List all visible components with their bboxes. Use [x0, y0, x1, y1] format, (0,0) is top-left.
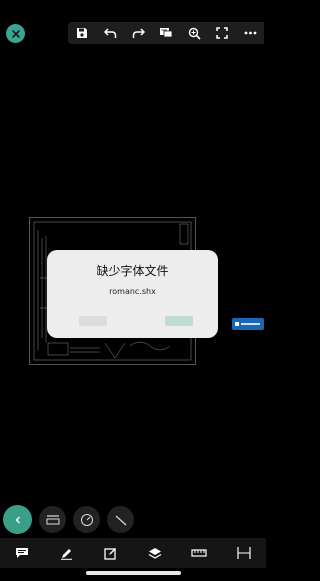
save-icon	[77, 28, 87, 38]
more-icon	[244, 31, 256, 35]
tool-fab-row	[3, 505, 134, 534]
pen-icon	[60, 548, 72, 560]
layers-icon	[148, 547, 162, 559]
bottom-toolbar	[0, 538, 266, 568]
undo-button[interactable]	[102, 25, 118, 41]
measure-icon	[46, 514, 59, 524]
layers-button[interactable]	[147, 545, 163, 561]
more-button[interactable]	[242, 25, 258, 41]
dialog-button-right[interactable]	[165, 316, 193, 326]
zoom-button[interactable]	[186, 25, 202, 41]
ruler-icon	[191, 549, 208, 557]
redo-icon	[132, 28, 145, 38]
measure-button[interactable]	[39, 506, 66, 533]
undo-icon	[103, 28, 116, 38]
close-icon	[11, 29, 20, 38]
comment-button[interactable]	[158, 25, 174, 41]
circle-measure-button[interactable]	[73, 506, 100, 533]
fullscreen-icon	[216, 27, 228, 39]
collapse-tools-button[interactable]	[3, 505, 32, 534]
circle-measure-icon	[80, 513, 93, 526]
logo-icon	[235, 322, 260, 326]
top-toolbar	[68, 22, 264, 44]
watermark-logo	[232, 318, 264, 330]
dialog-button-left[interactable]	[79, 316, 107, 326]
fullscreen-button[interactable]	[214, 25, 230, 41]
comment-icon	[160, 28, 173, 38]
dialog-message: romanc.shx	[109, 287, 156, 296]
edit-button[interactable]	[103, 545, 119, 561]
annotation-icon	[16, 548, 29, 558]
annotation-button[interactable]	[14, 545, 30, 561]
line-tool-button[interactable]	[107, 506, 134, 533]
dimension-button[interactable]	[236, 545, 252, 561]
missing-font-dialog: 缺少字体文件 romanc.shx	[47, 250, 218, 338]
ruler-button[interactable]	[191, 545, 208, 561]
pen-button[interactable]	[58, 545, 74, 561]
save-button[interactable]	[74, 25, 90, 41]
dialog-title: 缺少字体文件	[96, 264, 169, 278]
line-icon	[115, 515, 126, 525]
close-button[interactable]	[6, 24, 25, 43]
zoom-icon	[188, 27, 201, 40]
redo-button[interactable]	[130, 25, 146, 41]
chevron-left-icon	[15, 516, 20, 523]
edit-icon	[104, 547, 117, 560]
home-indicator	[86, 571, 181, 575]
dimension-icon	[237, 547, 251, 559]
